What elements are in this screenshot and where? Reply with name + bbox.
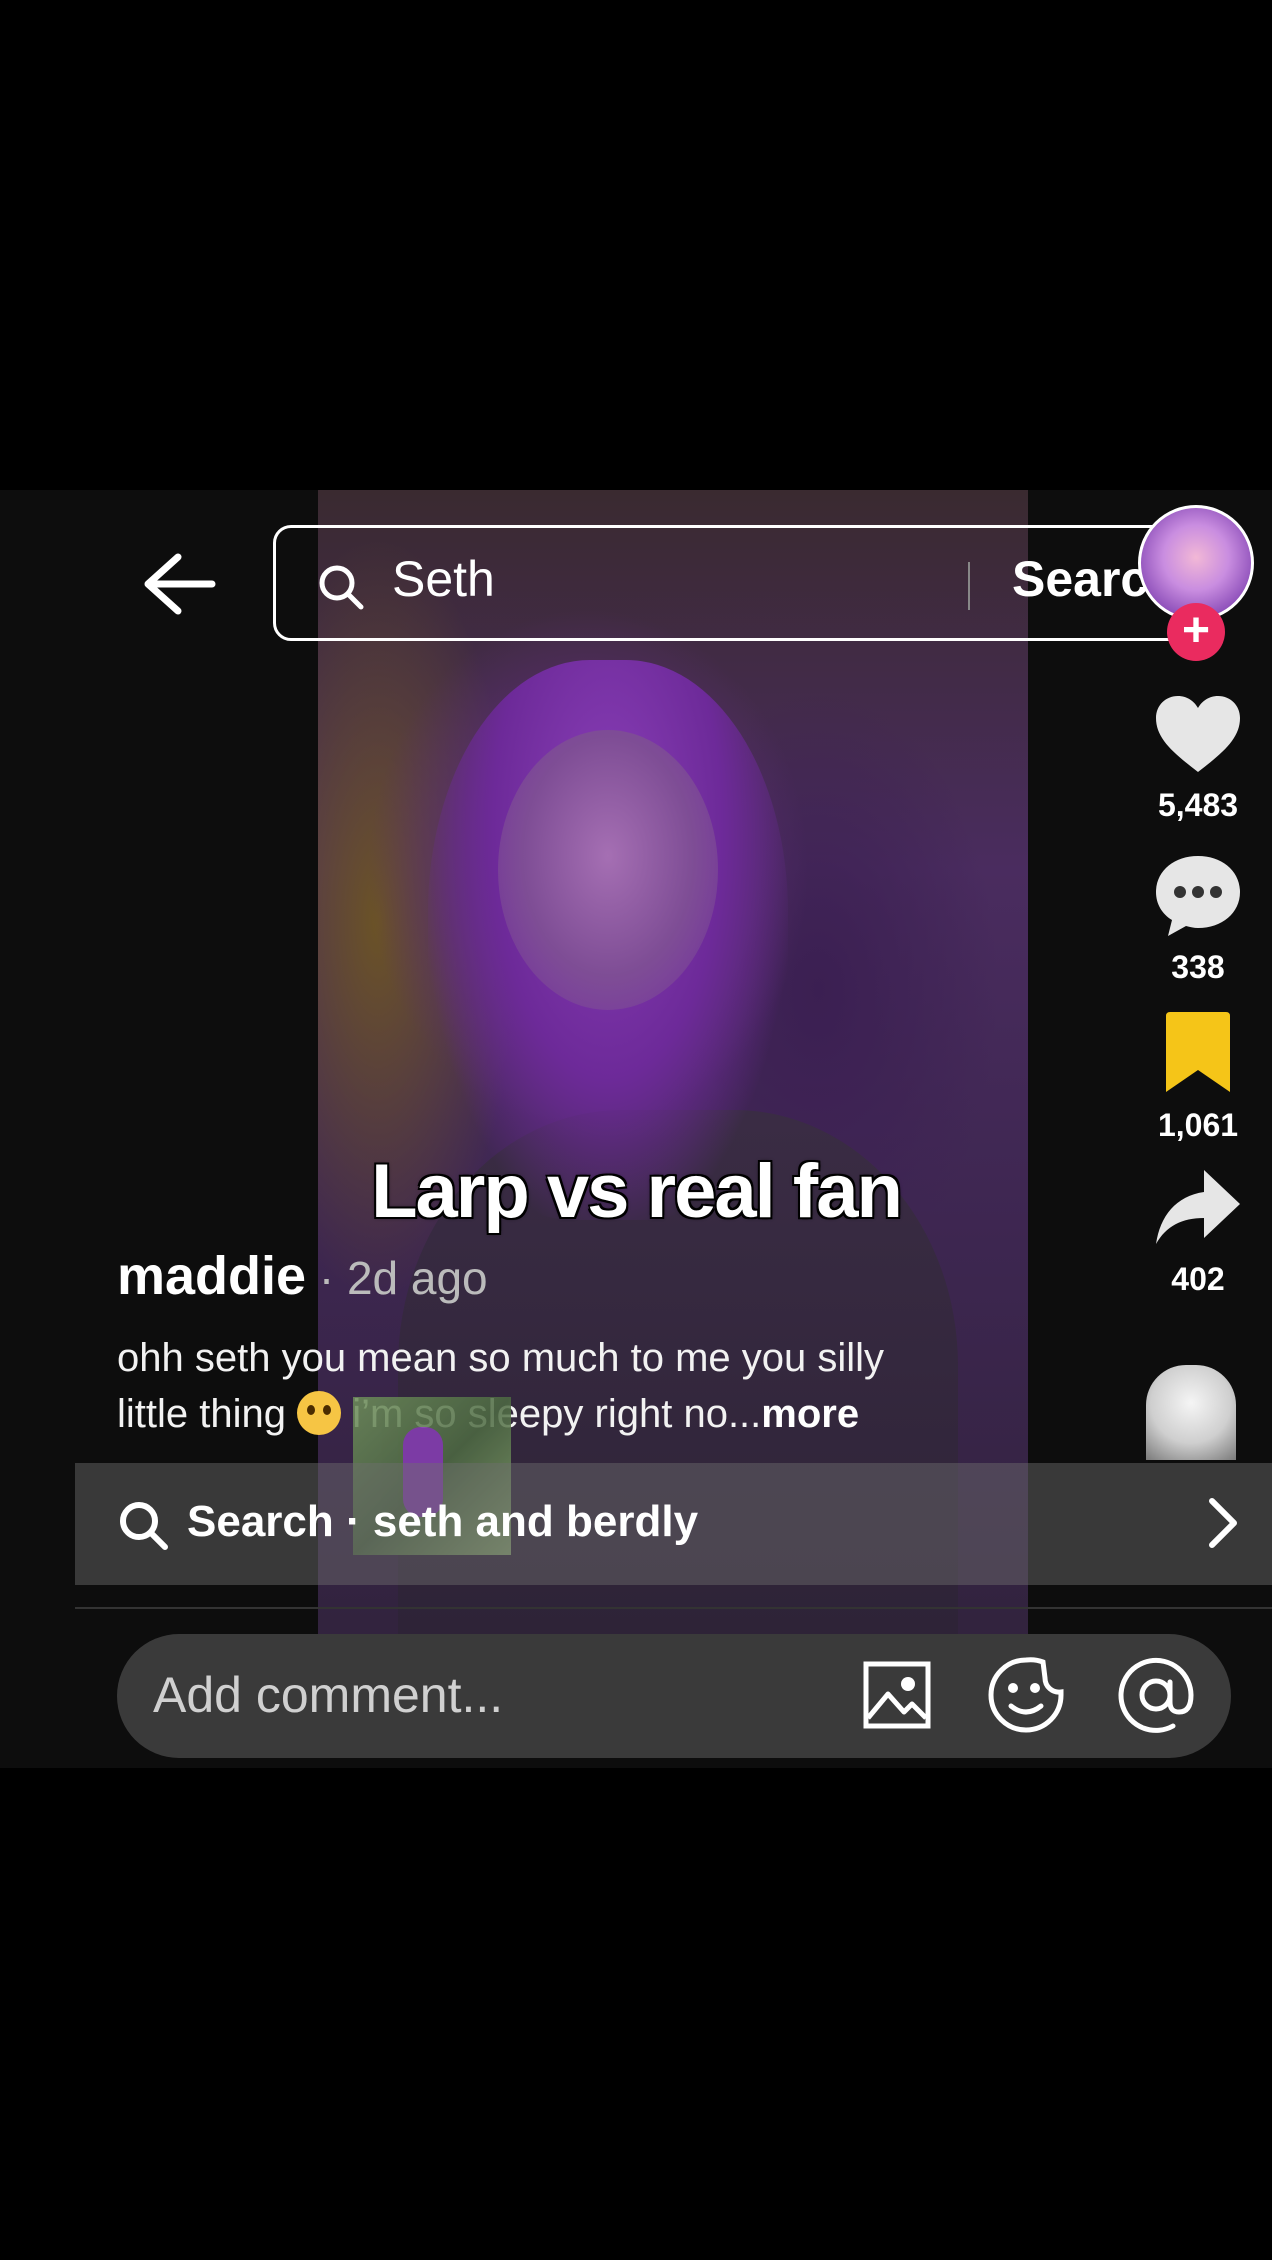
share-icon xyxy=(1156,1170,1240,1244)
search-icon xyxy=(319,565,364,610)
save-count: 1,061 xyxy=(1157,1107,1239,1143)
back-button[interactable] xyxy=(140,549,220,619)
chevron-right-icon xyxy=(1209,1498,1237,1548)
search-field[interactable]: Seth Search xyxy=(273,525,1217,641)
pleading-face-emoji-icon xyxy=(297,1391,342,1435)
share-count: 402 xyxy=(1171,1261,1225,1297)
save-button[interactable]: 1,061 xyxy=(1140,1010,1256,1144)
follow-button[interactable]: + xyxy=(1167,603,1225,661)
video-frame-subject-face xyxy=(498,730,718,1010)
description-text: little thing xyxy=(117,1392,298,1436)
post-timestamp: · 2d ago xyxy=(306,1252,488,1304)
more-link[interactable]: more xyxy=(761,1392,859,1436)
comment-icon xyxy=(1156,856,1240,936)
post-description[interactable]: ohh seth you mean so much to me you sill… xyxy=(117,1330,997,1442)
mention-icon[interactable] xyxy=(1113,1652,1199,1738)
heart-icon xyxy=(1156,696,1240,772)
share-button[interactable]: 402 xyxy=(1140,1166,1256,1298)
divider xyxy=(75,1607,1272,1609)
plus-icon: + xyxy=(1181,604,1211,657)
comment-input[interactable]: Add comment... xyxy=(153,1666,503,1724)
top-search-bar: Seth Search xyxy=(0,525,1272,641)
bookmark-icon xyxy=(1166,1012,1230,1092)
search-suggestion-label: Search · seth and berdly xyxy=(187,1497,699,1546)
back-arrow-icon xyxy=(144,553,216,615)
search-icon xyxy=(120,1502,168,1550)
description-line-2: little thing i’m so sleepy right no...mo… xyxy=(117,1386,997,1442)
search-divider xyxy=(968,562,970,610)
like-count: 5,483 xyxy=(1157,787,1239,823)
search-query[interactable]: Seth xyxy=(392,550,495,608)
search-suggestion-bar[interactable]: Search · seth and berdly xyxy=(75,1463,1272,1585)
music-disc-thumbnail[interactable] xyxy=(1146,1365,1236,1460)
post-username[interactable]: maddie xyxy=(117,1246,306,1306)
post-meta: maddie · 2d ago xyxy=(117,1245,997,1307)
comment-button[interactable]: 338 xyxy=(1140,852,1256,986)
comment-input-bar[interactable]: Add comment... xyxy=(117,1634,1231,1758)
description-line-1: ohh seth you mean so much to me you sill… xyxy=(117,1336,885,1380)
image-icon[interactable] xyxy=(854,1652,940,1738)
like-button[interactable]: 5,483 xyxy=(1140,692,1256,824)
sticker-icon[interactable] xyxy=(983,1652,1069,1738)
comment-count: 338 xyxy=(1171,949,1225,985)
